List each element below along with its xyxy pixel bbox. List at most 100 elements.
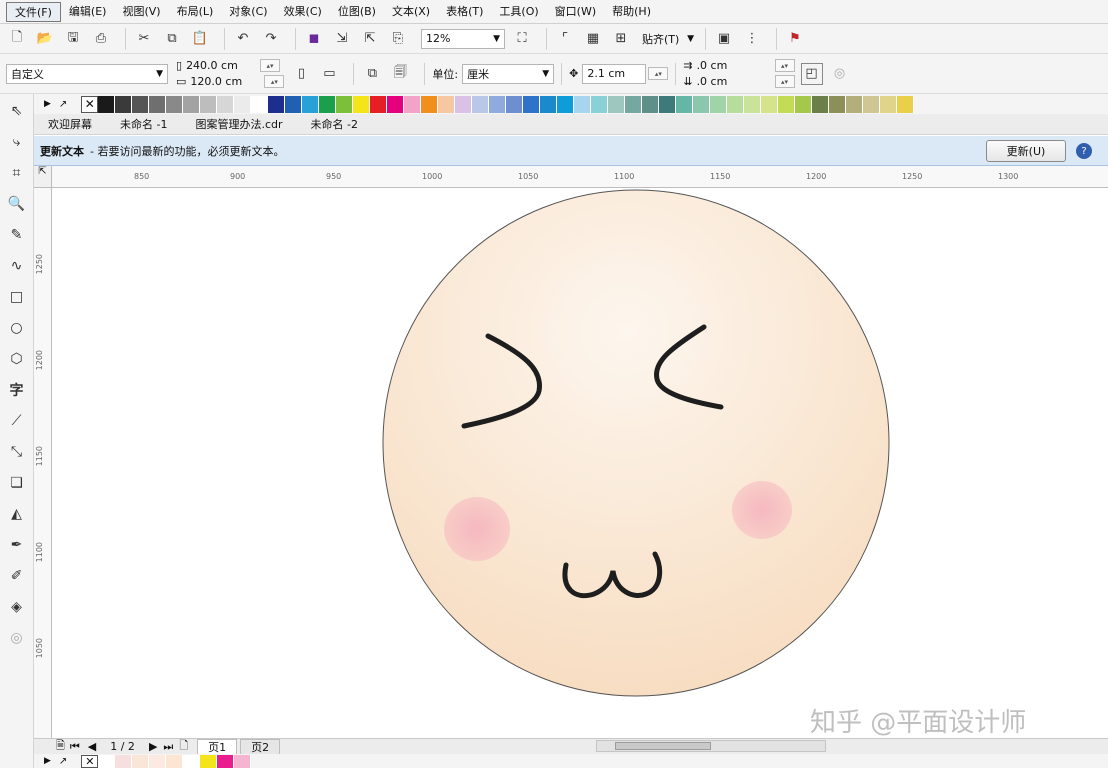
doc-color-swatch[interactable] <box>98 754 116 768</box>
menu-item-11[interactable]: 帮助(H) <box>604 2 659 22</box>
doc-color-swatch[interactable] <box>200 754 218 768</box>
duplicate-y-input[interactable]: .0 cm <box>697 75 771 88</box>
drawing-canvas[interactable] <box>53 189 1108 738</box>
color-swatch[interactable] <box>166 95 184 113</box>
previous-page-icon[interactable]: ◀ <box>88 740 96 753</box>
doc-color-swatch[interactable] <box>115 754 133 768</box>
rectangle-tool-icon[interactable]: □ <box>4 284 30 310</box>
save-icon[interactable]: 🖫 <box>62 28 84 50</box>
color-swatch[interactable] <box>761 95 779 113</box>
doc-palette-arrow-icon[interactable]: ▶ <box>44 756 51 766</box>
document-tab-2[interactable]: 图案管理办法.cdr <box>181 116 296 132</box>
right-cheek-blush[interactable] <box>732 481 792 539</box>
doc-palette-flyout-icon[interactable]: ↗ <box>59 756 67 767</box>
snap-to-dropdown[interactable]: 贴齐(T) ▼ <box>638 29 698 49</box>
color-swatch[interactable] <box>829 95 847 113</box>
update-button[interactable]: 更新(U) <box>986 140 1066 162</box>
color-swatch[interactable] <box>387 95 405 113</box>
doc-color-swatch[interactable] <box>217 754 235 768</box>
text-tool-icon[interactable]: 字 <box>4 377 30 403</box>
options-icon[interactable]: ⚑ <box>784 28 806 50</box>
polygon-tool-icon[interactable]: ⬡ <box>4 346 30 372</box>
color-swatch[interactable] <box>285 95 303 113</box>
color-swatch[interactable] <box>880 95 898 113</box>
color-swatch[interactable] <box>370 95 388 113</box>
crop-tool-icon[interactable]: ⌗ <box>4 160 30 186</box>
doc-color-swatch[interactable] <box>132 754 150 768</box>
copy-icon[interactable]: ⧉ <box>161 28 183 50</box>
menu-item-3[interactable]: 布局(L) <box>169 2 222 22</box>
eyedropper-tool-icon[interactable]: ✒ <box>4 532 30 558</box>
palette-flyout-icon[interactable]: ↗ <box>59 99 67 110</box>
color-swatch[interactable] <box>149 95 167 113</box>
cut-icon[interactable]: ✂ <box>133 28 155 50</box>
new-document-icon[interactable]: 🗋 <box>6 28 28 50</box>
color-swatch[interactable] <box>557 95 575 113</box>
doc-color-swatch[interactable] <box>149 754 167 768</box>
transparency-tool-icon[interactable]: ◭ <box>4 501 30 527</box>
color-swatch[interactable] <box>336 95 354 113</box>
shape-tool-icon[interactable]: ⤷ <box>4 129 30 155</box>
scrollbar-thumb[interactable] <box>615 742 711 750</box>
horizontal-scrollbar[interactable] <box>596 740 826 752</box>
face-circle[interactable] <box>382 189 890 697</box>
palette-scroll-left-icon[interactable]: ▶ <box>44 99 51 109</box>
import-icon[interactable]: ⇲ <box>331 28 353 50</box>
horizontal-ruler[interactable]: 850 900 950 1000 1050 1100 1150 1200 1250 1300 <box>52 166 1108 188</box>
all-pages-icon[interactable]: ⧉ <box>361 63 383 85</box>
page-tab-2[interactable]: 页2 <box>240 738 281 755</box>
color-swatch[interactable] <box>863 95 881 113</box>
color-swatch[interactable] <box>727 95 745 113</box>
show-guidelines-icon[interactable]: ⊞ <box>610 28 632 50</box>
color-swatch[interactable] <box>404 95 422 113</box>
undo-icon[interactable]: ↶ <box>232 28 254 50</box>
next-page-icon[interactable]: ▶ <box>149 740 157 753</box>
page-tab-1[interactable]: 页1 <box>197 738 238 755</box>
zoom-level-select[interactable]: 12% ▼ <box>421 28 505 49</box>
smart-drawing-tool-icon[interactable]: ∿ <box>4 253 30 279</box>
search-content-icon[interactable]: ◼ <box>303 28 325 50</box>
color-swatch[interactable] <box>268 95 286 113</box>
duplicate-x-input[interactable]: .0 cm <box>697 59 771 72</box>
menu-item-10[interactable]: 窗口(W) <box>547 2 604 22</box>
color-swatch[interactable] <box>472 95 490 113</box>
duplicate-x-stepper[interactable]: ▴▾ <box>774 59 795 72</box>
color-swatch[interactable] <box>98 95 116 113</box>
color-swatch[interactable] <box>234 95 252 113</box>
color-swatch[interactable] <box>710 95 728 113</box>
document-tab-0[interactable]: 欢迎屏幕 <box>34 116 106 132</box>
parallel-dimension-tool-icon[interactable]: ⟋ <box>4 408 30 434</box>
color-swatch[interactable] <box>200 95 218 113</box>
menu-item-9[interactable]: 工具(O) <box>491 2 546 22</box>
treat-as-filled-icon[interactable]: ◰ <box>800 62 823 85</box>
open-folder-icon[interactable]: 📂 <box>34 28 56 50</box>
doc-color-swatch[interactable] <box>166 754 184 768</box>
welcome-screen-icon[interactable]: ▣ <box>713 28 735 50</box>
color-swatch[interactable] <box>693 95 711 113</box>
drop-shadow-tool-icon[interactable]: ❏ <box>4 470 30 496</box>
page-height-input[interactable]: 120.0 cm <box>190 75 260 88</box>
current-page-icon[interactable]: 🗐 <box>389 63 411 85</box>
color-swatch[interactable] <box>846 95 864 113</box>
color-swatch[interactable] <box>795 95 813 113</box>
interactive-fill-tool-icon[interactable]: ◎ <box>4 625 30 651</box>
full-screen-icon[interactable]: ⛶ <box>511 28 533 50</box>
page-width-input[interactable]: 240.0 cm <box>186 59 256 72</box>
menu-item-8[interactable]: 表格(T) <box>438 2 491 22</box>
color-swatch[interactable] <box>421 95 439 113</box>
menu-item-6[interactable]: 位图(B) <box>330 2 384 22</box>
paste-icon[interactable]: 📋 <box>189 28 211 50</box>
no-color-swatch[interactable]: ✕ <box>81 95 99 113</box>
color-swatch[interactable] <box>744 95 762 113</box>
quick-customize-icon[interactable]: ◎ <box>829 63 851 85</box>
application-launcher-icon[interactable]: ⋮ <box>741 28 763 50</box>
color-swatch[interactable] <box>608 95 626 113</box>
publish-pdf-icon[interactable]: ⎘ <box>387 28 409 50</box>
left-cheek-blush[interactable] <box>444 497 510 561</box>
ruler-origin[interactable]: ⇱ <box>34 166 52 188</box>
doc-color-swatch[interactable] <box>234 754 252 768</box>
zoom-tool-icon[interactable]: 🔍 <box>4 191 30 217</box>
color-swatch[interactable] <box>217 95 235 113</box>
color-swatch[interactable] <box>778 95 796 113</box>
pick-tool-icon[interactable]: ⇖ <box>4 98 30 124</box>
